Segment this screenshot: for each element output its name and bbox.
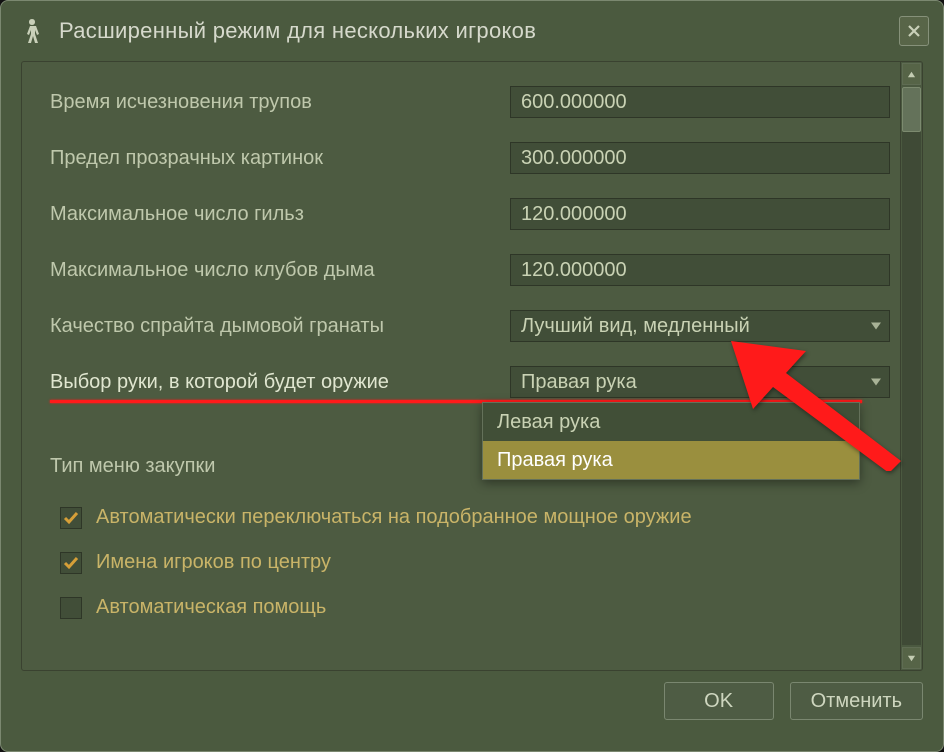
setting-label: Предел прозрачных картинок [50, 147, 480, 170]
setting-row: Максимальное число гильз 120.000000 [50, 198, 888, 230]
checkbox[interactable] [60, 597, 82, 619]
app-icon [19, 17, 47, 45]
setting-row: Максимальное число клубов дыма 120.000000 [50, 254, 888, 286]
dropdown-option[interactable]: Правая рука [483, 441, 859, 479]
checkbox-row: Автоматически переключаться на подобранн… [60, 506, 888, 529]
setting-row: Качество спрайта дымовой гранаты Лучший в… [50, 310, 888, 342]
setting-label: Максимальное число гильз [50, 203, 480, 226]
setting-input[interactable]: 300.000000 [510, 142, 890, 174]
setting-select[interactable]: Правая рука [510, 366, 890, 398]
setting-row: Предел прозрачных картинок 300.000000 [50, 142, 888, 174]
scroll-thumb[interactable] [902, 87, 921, 132]
checkbox-row: Автоматическая помощь [60, 596, 888, 619]
setting-input[interactable]: 600.000000 [510, 86, 890, 118]
checkbox-label: Имена игроков по центру [96, 551, 331, 574]
setting-select[interactable]: Лучший вид, медленный [510, 310, 890, 342]
scroll-track[interactable] [902, 87, 921, 645]
setting-label: Время исчезновения трупов [50, 91, 480, 114]
titlebar: Расширенный режим для нескольких игроков [1, 1, 943, 61]
scroll-up-button[interactable] [902, 63, 921, 85]
setting-input[interactable]: 120.000000 [510, 254, 890, 286]
dropdown-option[interactable]: Левая рука [483, 403, 859, 441]
window-title: Расширенный режим для нескольких игроков [59, 18, 887, 44]
setting-row: Выбор руки, в которой будет оружие Правая… [50, 366, 888, 398]
settings-panel: Время исчезновения трупов 600.000000 Преде… [21, 61, 923, 671]
scrollbar[interactable] [900, 62, 922, 670]
setting-input[interactable]: 120.000000 [510, 198, 890, 230]
dialog-footer: OK Отменить [21, 671, 923, 731]
cancel-button[interactable]: Отменить [790, 682, 923, 720]
checkbox[interactable] [60, 552, 82, 574]
settings-window: Расширенный режим для нескольких игроков… [0, 0, 944, 752]
setting-row: Время исчезновения трупов 600.000000 [50, 86, 888, 118]
setting-label: Тип меню закупки [50, 455, 215, 478]
close-button[interactable] [899, 16, 929, 46]
setting-label: Максимальное число клубов дыма [50, 259, 480, 282]
setting-label: Выбор руки, в которой будет оружие [50, 371, 480, 394]
hand-dropdown[interactable]: Левая рукаПравая рука [482, 402, 860, 480]
ok-button[interactable]: OK [664, 682, 774, 720]
content: Время исчезновения трупов 600.000000 Преде… [1, 61, 943, 751]
checkbox-label: Автоматически переключаться на подобранн… [96, 506, 692, 529]
scroll-down-button[interactable] [902, 647, 921, 669]
setting-label: Качество спрайта дымовой гранаты [50, 315, 480, 338]
checkbox[interactable] [60, 507, 82, 529]
checkbox-row: Имена игроков по центру [60, 551, 888, 574]
checkbox-label: Автоматическая помощь [96, 596, 326, 619]
